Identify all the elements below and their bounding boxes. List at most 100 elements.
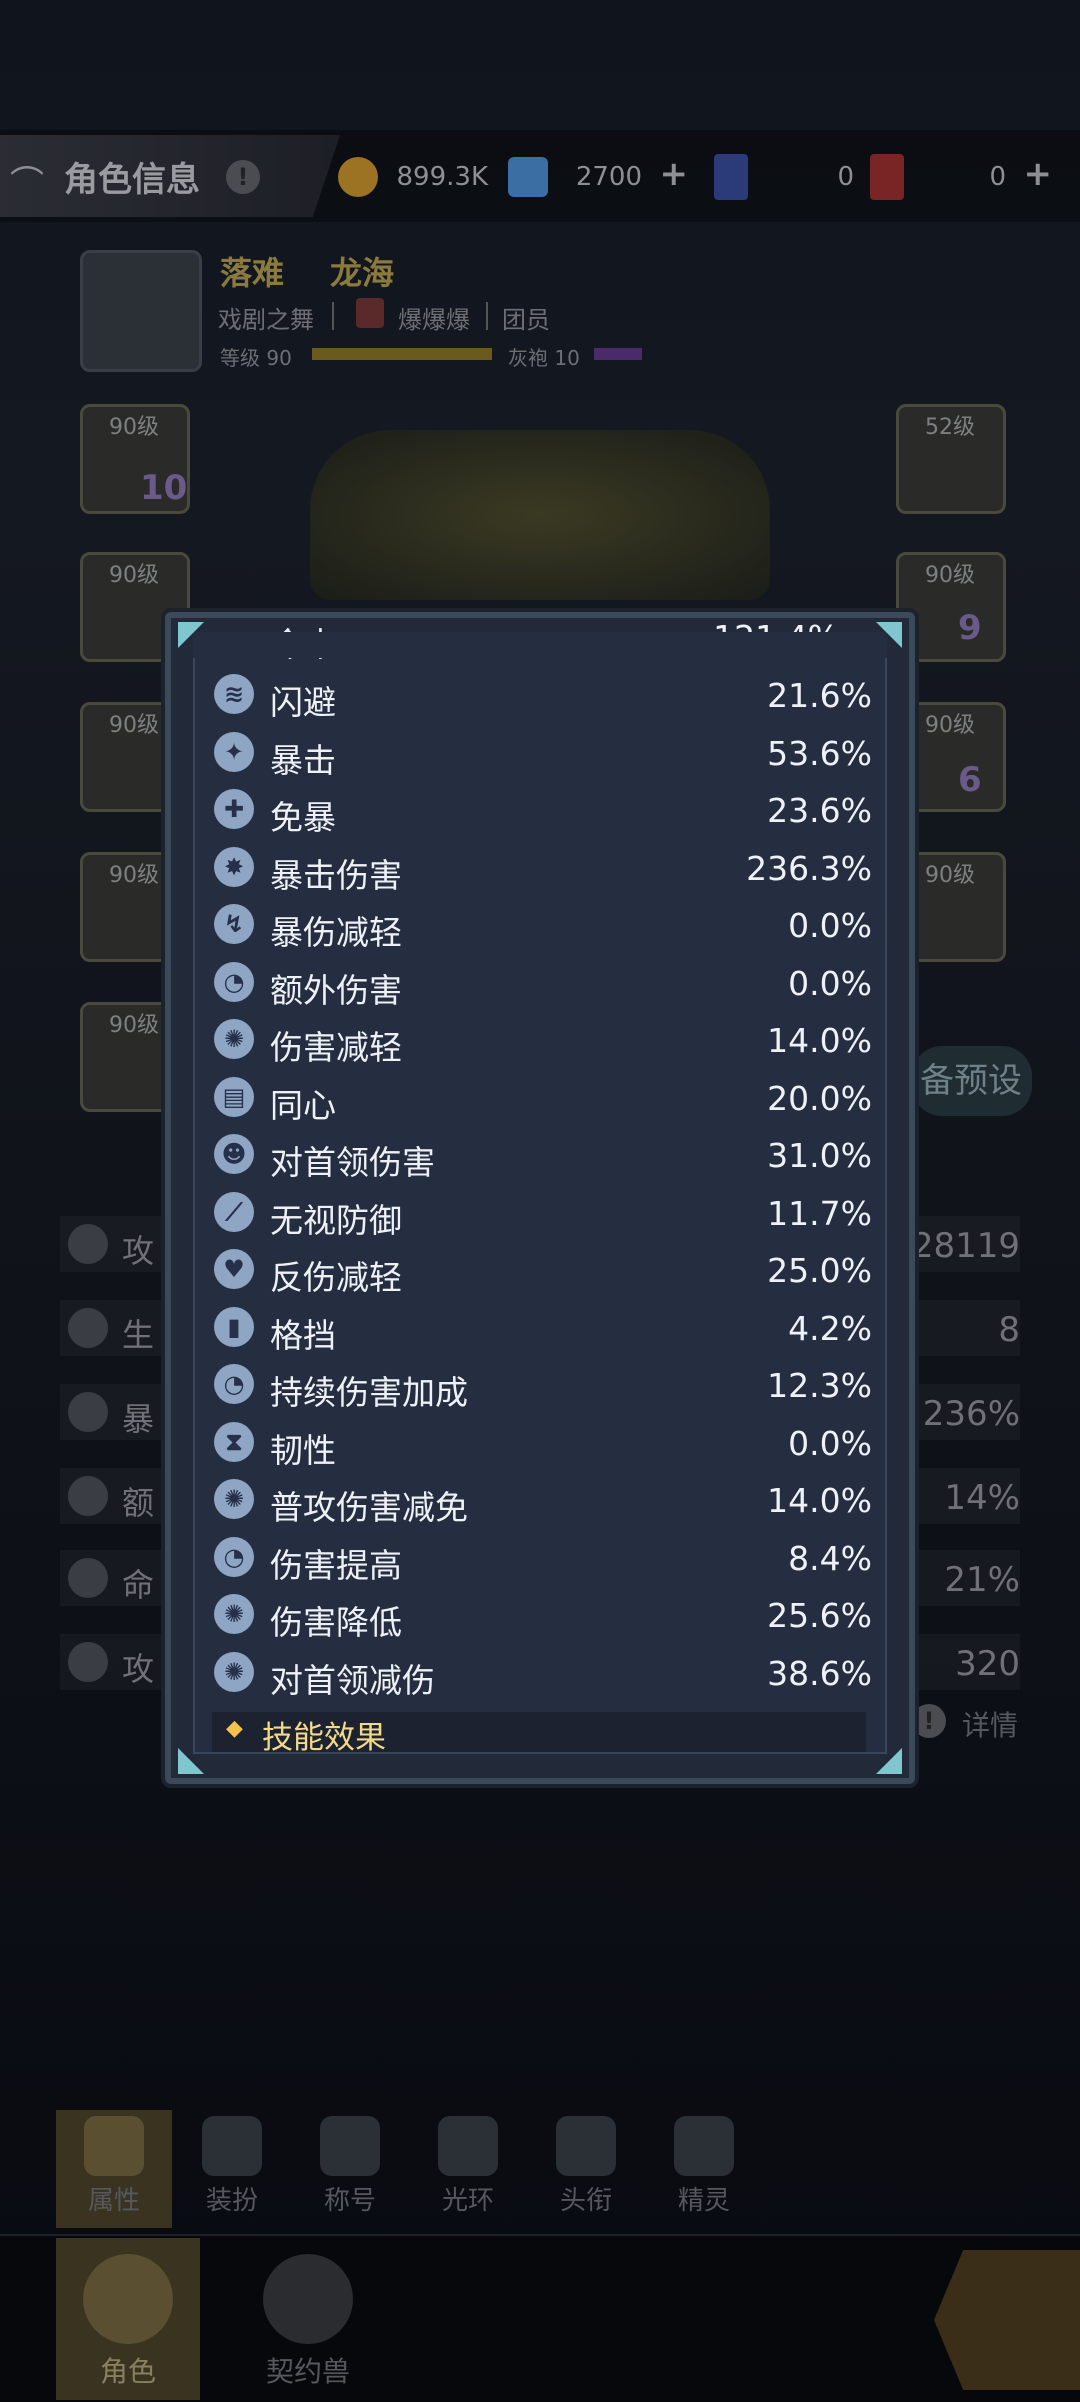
red-card-icon — [870, 154, 904, 200]
robe-bar — [594, 348, 642, 360]
details-info-icon[interactable]: ! — [912, 1704, 946, 1738]
tab-title[interactable]: 称号 — [292, 2110, 408, 2228]
stat-value: 25.0% — [767, 1251, 872, 1290]
back-icon[interactable]: ⌒ — [10, 156, 54, 204]
stat-value: 23.6% — [767, 791, 872, 830]
stat-value: 0.0% — [788, 1423, 872, 1463]
player-name: 龙海 — [330, 254, 395, 292]
stat-value: 0.0% — [788, 963, 872, 1003]
crossed-swords-icon — [674, 2116, 734, 2176]
gold-value: 899.3K — [396, 162, 488, 192]
stat-icon — [68, 1308, 108, 1348]
dialog-clip-mask — [193, 632, 887, 658]
stat-row: ✺ 普攻伤害减免 14.0% — [212, 1471, 872, 1527]
hanger-icon — [202, 2116, 262, 2176]
crit-resist-icon: ✚ — [214, 789, 254, 829]
nav-character[interactable]: 角色 — [56, 2238, 200, 2400]
share-arrow-button[interactable] — [934, 2250, 1080, 2390]
guild-role: 团员 — [502, 306, 550, 334]
stat-value: 8.4% — [788, 1538, 872, 1578]
stat-value: 14.0% — [767, 1481, 872, 1520]
stat-value: 31.0% — [767, 1136, 872, 1175]
stat-value: 20.0% — [767, 1078, 872, 1118]
ignore-defense-icon: ⟋ — [214, 1191, 254, 1232]
stat-label: 闪避 — [270, 683, 336, 722]
ticket1-value: 0 — [837, 162, 854, 192]
stat-row: ◔ 伤害提高 8.4% — [212, 1529, 872, 1585]
gold-counter: 899.3K — [338, 148, 488, 206]
helmet-icon — [83, 2254, 173, 2344]
stat-value: 236.3% — [746, 848, 872, 888]
title-banner-emblem — [310, 430, 770, 600]
skill-effect-header[interactable]: ◆ 技能效果 — [212, 1712, 866, 1756]
stat-value: 21.6% — [767, 676, 872, 715]
crit-damage-icon: ✸ — [214, 846, 254, 887]
damage-reduce-icon: ✺ — [214, 1019, 254, 1059]
gold-coin-icon — [338, 157, 378, 197]
stat-label: 持续伤害加成 — [270, 1373, 468, 1412]
stat-label: 伤害减轻 — [270, 1028, 402, 1067]
stat-value: 38.6% — [767, 1653, 872, 1693]
add-ticket2-button[interactable]: + — [1024, 154, 1053, 194]
stat-icon — [68, 1476, 108, 1516]
halo-icon — [438, 2116, 498, 2176]
add-gems-button[interactable]: + — [660, 154, 689, 194]
skill-effect-label: 技能效果 — [262, 1720, 386, 1756]
tab-spirit[interactable]: 精灵 — [646, 2110, 762, 2228]
stat-row: ▤ 同心 20.0% — [212, 1069, 872, 1125]
stat-row: ♥ 反伤减轻 25.0% — [212, 1241, 872, 1297]
level-bar — [312, 348, 492, 360]
stat-label: 格挡 — [270, 1315, 336, 1355]
crown-icon — [320, 2116, 380, 2176]
tab-aura[interactable]: 光环 — [410, 2110, 526, 2228]
stat-row: ✸ 暴击伤害 236.3% — [212, 839, 872, 895]
crit-damage-reduce-icon: ↯ — [214, 904, 254, 944]
equipment-preset-button[interactable]: 备预设 — [912, 1046, 1032, 1116]
stat-row: ✺ 伤害减轻 14.0% — [212, 1011, 872, 1067]
divider — [486, 302, 488, 330]
diamond-icon: ◆ — [226, 1716, 243, 1741]
divider — [332, 302, 334, 330]
equip-slot-right-1[interactable]: 52级 — [896, 404, 1006, 514]
avatar[interactable] — [80, 250, 202, 372]
info-icon[interactable]: ! — [226, 160, 260, 194]
page-title: 角色信息 — [64, 160, 200, 200]
gem-value: 2700 — [575, 162, 642, 192]
stat-icon — [68, 1642, 108, 1682]
nav-contract-beast[interactable]: 契约兽 — [236, 2238, 380, 2400]
level-label: 等级 90 — [220, 346, 292, 370]
stat-label: 对首领减伤 — [270, 1660, 435, 1700]
tab-attributes[interactable]: 属性 — [56, 2110, 172, 2228]
left-slot-badge: 10 — [140, 468, 188, 508]
stat-row: ◔ 额外伤害 0.0% — [212, 954, 872, 1010]
stat-row: ✺ 对首领减伤 38.6% — [212, 1644, 872, 1700]
gem-icon — [508, 157, 548, 197]
right-slot-badge: 6 — [958, 760, 982, 800]
unity-icon: ▤ — [214, 1076, 254, 1117]
extra-damage-icon: ◔ — [214, 961, 254, 1002]
blue-card-icon — [714, 154, 748, 200]
crit-icon: ✦ — [214, 731, 254, 772]
guild-name: 爆爆爆 — [398, 306, 470, 334]
block-icon: ▮ — [214, 1306, 254, 1347]
stat-value: 0.0% — [788, 906, 872, 945]
stat-row: ✦ 暴击 53.6% — [212, 724, 872, 780]
stat-label: 同心 — [270, 1085, 336, 1125]
name-prefix: 落难 — [220, 254, 285, 292]
damage-decrease-icon: ✺ — [214, 1594, 254, 1634]
guild-emblem-icon — [356, 298, 384, 328]
tab-outfit[interactable]: 装扮 — [174, 2110, 290, 2228]
dot-bonus-icon: ◔ — [214, 1364, 254, 1404]
stat-value: 25.6% — [767, 1596, 872, 1635]
stat-value: 4.2% — [788, 1308, 872, 1348]
stat-row: ◔ 持续伤害加成 12.3% — [212, 1356, 872, 1412]
stat-row: ✚ 免暴 23.6% — [212, 781, 872, 837]
stat-label: 额外伤害 — [270, 970, 402, 1010]
stat-label: 暴击伤害 — [270, 855, 402, 895]
robe-label: 灰袍 10 — [508, 346, 580, 370]
paw-icon — [263, 2254, 353, 2344]
skull-wings-icon — [556, 2116, 616, 2176]
tab-rank[interactable]: 头衔 — [528, 2110, 644, 2228]
dodge-icon: ≋ — [214, 674, 254, 714]
details-link[interactable]: 详情 — [962, 1704, 1018, 1744]
